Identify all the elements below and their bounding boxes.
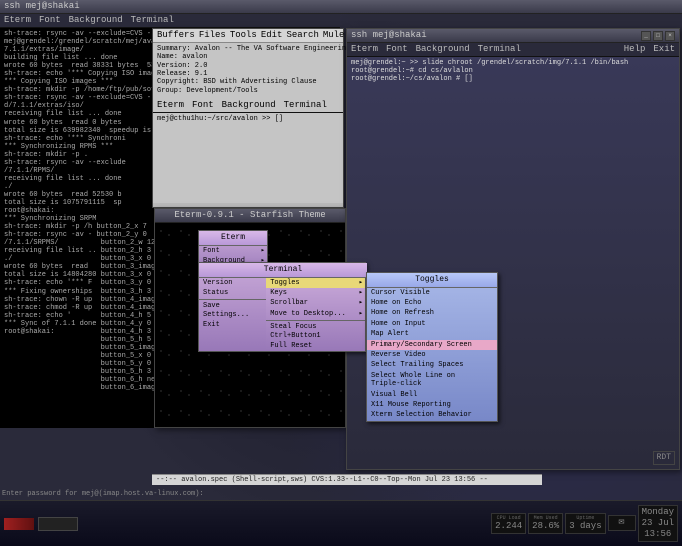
emacs-menu-mule[interactable]: Mule [323, 30, 345, 41]
right-menubar: Eterm Font Background Terminal Help Exit [347, 43, 679, 57]
cm-steal-focus[interactable]: Steal Focus Ctrl+Button1 [266, 322, 365, 341]
cm-trailing-spaces[interactable]: Select Trailing Spaces [367, 360, 497, 370]
cm-scrollbar[interactable]: Scrollbar [266, 298, 365, 308]
stat-cpu: CPU Load 2.244 [491, 513, 526, 534]
cm-exit[interactable]: Exit [199, 320, 266, 330]
cm-x11-mouse[interactable]: X11 Mouse Reporting [367, 400, 497, 410]
cm-move-desktop[interactable]: Move to Desktop... [266, 309, 365, 319]
emacs-menu-search[interactable]: Search [286, 30, 318, 41]
emacs-menu-files[interactable]: Files [199, 30, 226, 41]
emacs-buffer[interactable]: Summary: Avalon -- The VA Software Engin… [153, 43, 343, 99]
cm-triple-click[interactable]: Select Whole Line on Triple-click [367, 371, 497, 390]
cm-eterm-title: Eterm [199, 231, 267, 246]
menu-terminal[interactable]: Terminal [131, 15, 174, 26]
main-titlebar: ssh mej@shakai [0, 0, 682, 14]
cm-xterm-selection[interactable]: Xterm Selection Behavior [367, 410, 497, 420]
rmenu-terminal[interactable]: Terminal [478, 44, 521, 55]
emacs-menu-tools[interactable]: Tools [230, 30, 257, 41]
task-entry[interactable] [38, 517, 78, 531]
menu-font[interactable]: Font [39, 15, 61, 26]
emacs-menu-edit[interactable]: Edit [261, 30, 283, 41]
sub-menubar: Eterm Font Background Terminal [153, 99, 343, 113]
sub-menu-font[interactable]: Font [192, 100, 214, 111]
cm-primary-secondary[interactable]: Primary/Secondary Screen [367, 340, 497, 350]
right-titlebar: ssh mej@shakai _ □ × [347, 29, 679, 43]
cm-visual-bell[interactable]: Visual Bell [367, 390, 497, 400]
minimize-icon[interactable]: _ [641, 31, 651, 41]
emacs-menubar: Buffers Files Tools Edit Search Mule Ins… [153, 29, 343, 43]
emacs-menu-buffers[interactable]: Buffers [157, 30, 195, 41]
cm-home-input[interactable]: Home on Input [367, 319, 497, 329]
taskbar: CPU Load 2.244 Mem Used 28.6% Uptime 3 d… [0, 500, 682, 546]
rmenu-background[interactable]: Background [416, 44, 470, 55]
menu-eterm[interactable]: Eterm [4, 15, 31, 26]
cm-home-refresh[interactable]: Home on Refresh [367, 308, 497, 318]
rmenu-eterm[interactable]: Eterm [351, 44, 378, 55]
context-menu-toggles: Toggles Cursor Visible Home on Echo Home… [366, 272, 498, 422]
menu-background[interactable]: Background [69, 15, 123, 26]
rmenu-font[interactable]: Font [386, 44, 408, 55]
starfish-title: Eterm-0.9.1 - Starfish Theme [174, 210, 325, 221]
password-prompt[interactable]: Enter password for mej@(imap.host.va-lin… [2, 490, 204, 498]
cm-cursor-visible[interactable]: Cursor Visible [367, 288, 497, 298]
cm-terminal-title: Terminal [199, 263, 367, 278]
sub-menu-eterm[interactable]: Eterm [157, 100, 184, 111]
sub-prompt[interactable]: mej@cthu1hu:~/src/avalon >> [] [153, 113, 343, 203]
starfish-titlebar: Eterm-0.9.1 - Starfish Theme [155, 209, 345, 223]
taskbar-indicator [4, 518, 34, 530]
context-menu-terminal: Terminal Version Status Save Settings...… [198, 262, 366, 352]
cm-font[interactable]: Font [199, 246, 267, 256]
cm-version[interactable]: Version [199, 278, 266, 288]
main-menubar: Eterm Font Background Terminal [0, 14, 340, 28]
rmenu-exit[interactable]: Exit [653, 44, 675, 55]
cm-keys[interactable]: Keys [266, 288, 365, 298]
cm-toggles-title: Toggles [367, 273, 497, 288]
cm-full-reset[interactable]: Full Reset [266, 341, 365, 351]
cm-status[interactable]: Status [199, 288, 266, 298]
emacs-window: Buffers Files Tools Edit Search Mule Ins… [152, 28, 344, 208]
sub-menu-terminal[interactable]: Terminal [284, 100, 327, 111]
close-icon[interactable]: × [665, 31, 675, 41]
stat-uptime: Uptime 3 days [565, 513, 605, 534]
cm-reverse-video[interactable]: Reverse Video [367, 350, 497, 360]
right-title: ssh mej@shakai [351, 30, 427, 41]
stat-mem: Mem Used 28.6% [528, 513, 563, 534]
cm-map-alert[interactable]: Map Alert [367, 329, 497, 339]
emacs-statusbar: --:-- avalon.spec (Shell-script,sws) CVS… [152, 474, 542, 485]
stat-clock: Monday 23 Jul 13:56 [638, 505, 678, 541]
rmenu-help[interactable]: Help [624, 44, 646, 55]
cm-toggles[interactable]: Toggles [266, 278, 365, 288]
maximize-icon[interactable]: □ [653, 31, 663, 41]
window-title: ssh mej@shakai [4, 1, 80, 12]
sub-menu-background[interactable]: Background [222, 100, 276, 111]
cm-home-echo[interactable]: Home on Echo [367, 298, 497, 308]
rdt-badge: RDT [653, 451, 675, 465]
mail-icon[interactable]: ✉ [608, 515, 636, 531]
cm-save-settings[interactable]: Save Settings... [199, 301, 266, 320]
